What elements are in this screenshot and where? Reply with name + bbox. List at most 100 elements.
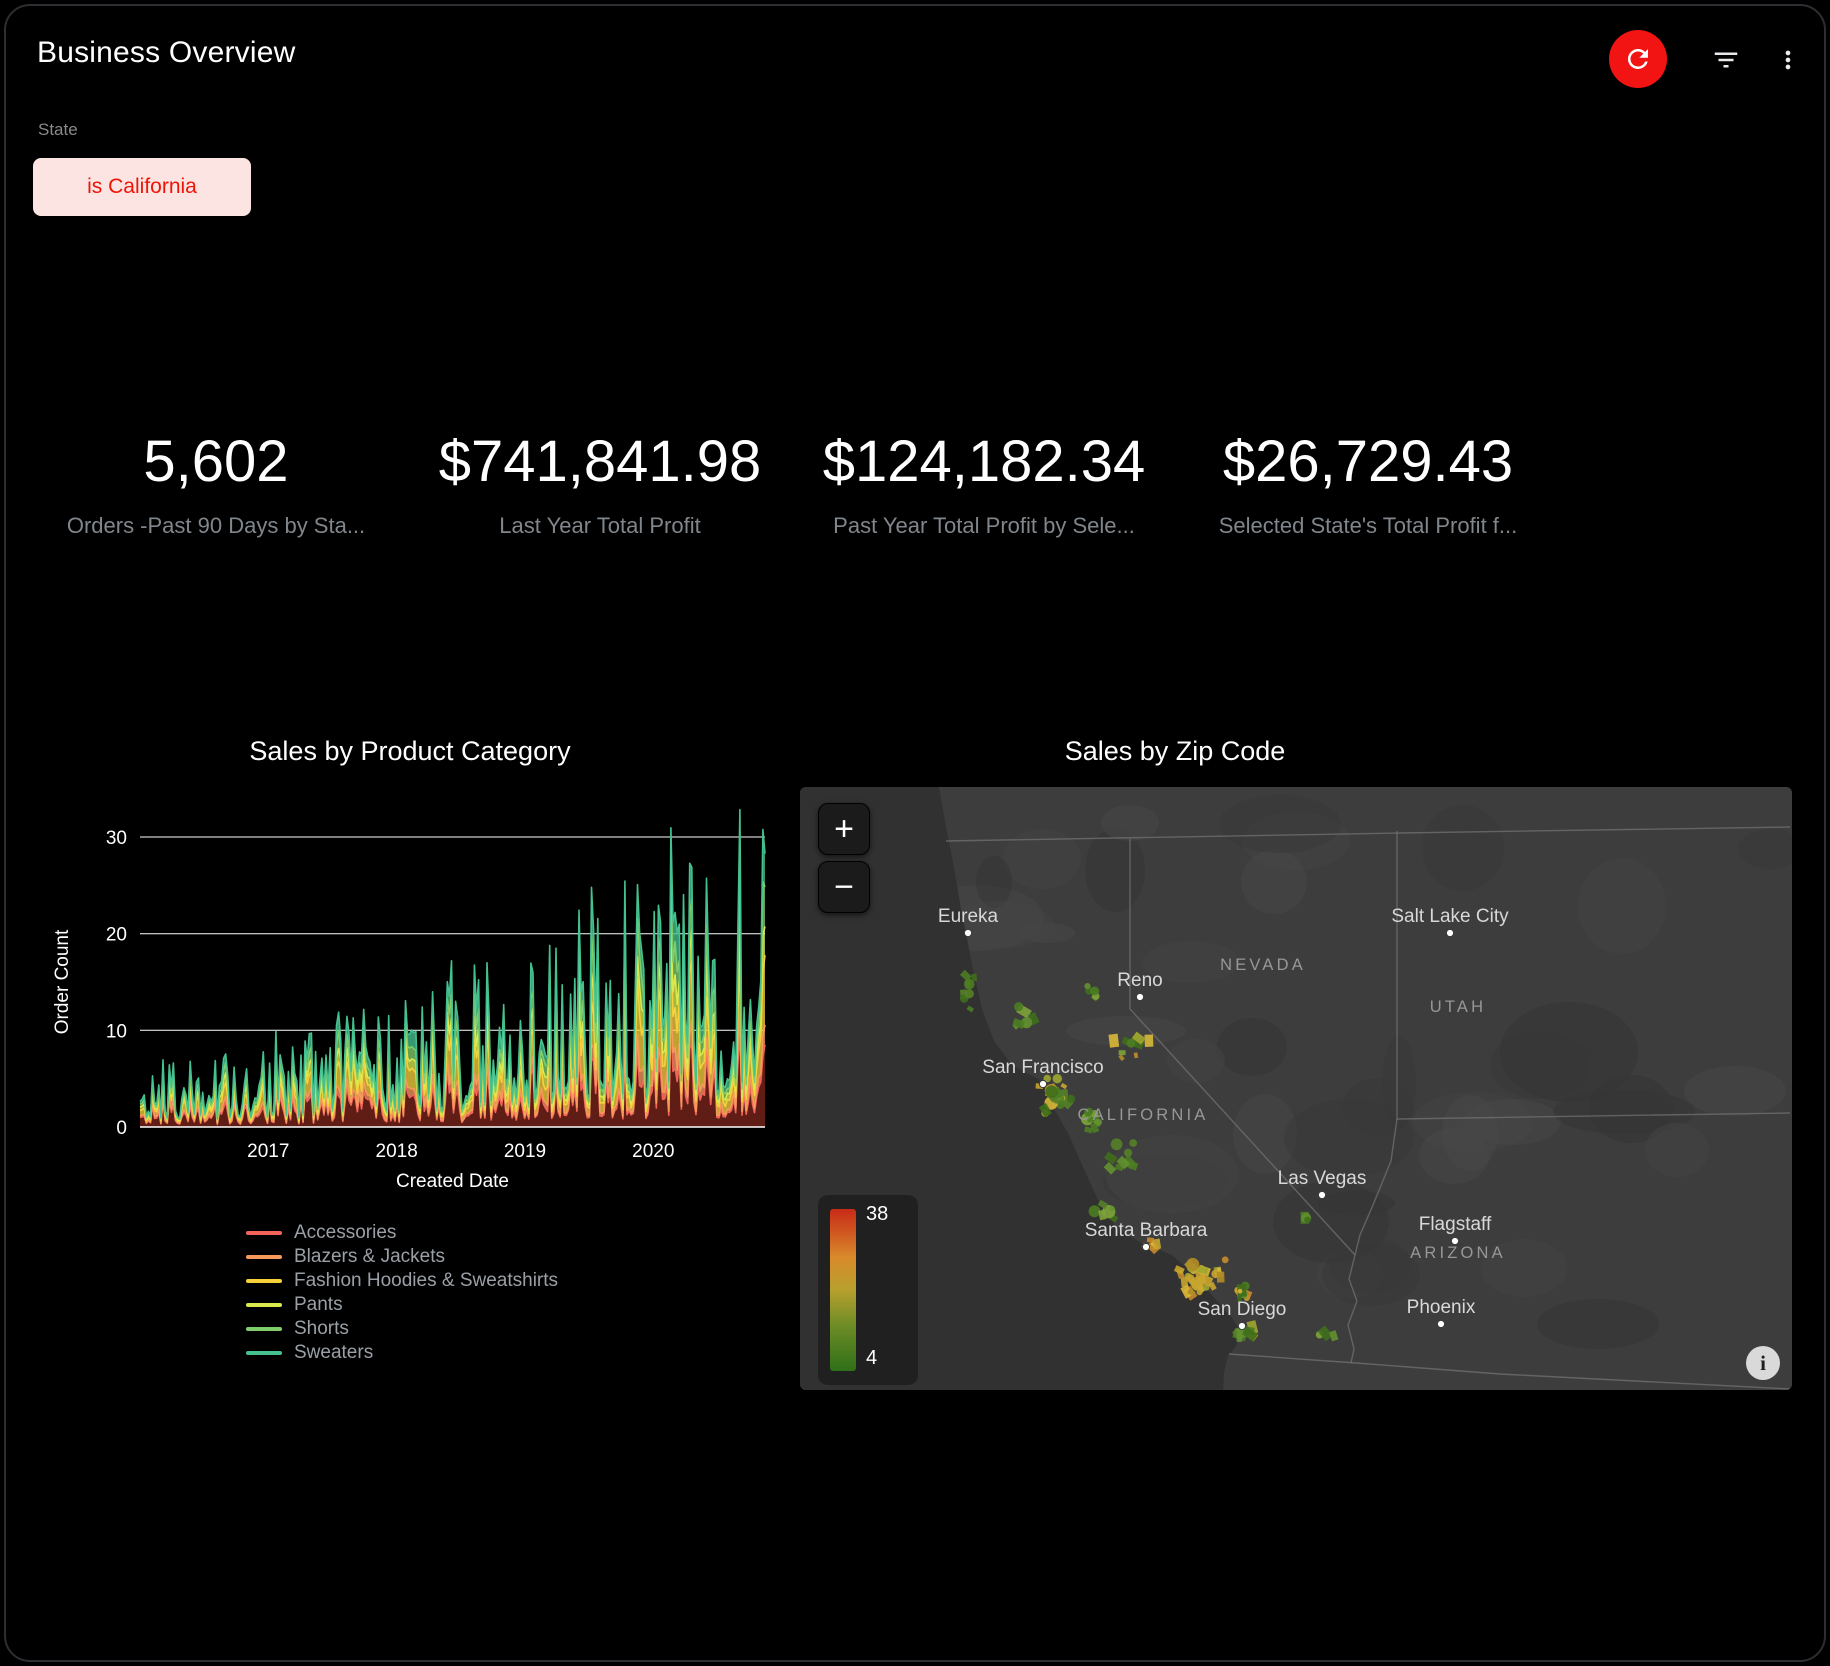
zip-blob [1067,1095,1075,1103]
city-label: Flagstaff [1419,1214,1492,1235]
legend-item[interactable]: Fashion Hoodies & Sweatshirts [246,1272,558,1289]
zip-blob [1186,1258,1199,1271]
city-marker [964,929,971,936]
y-tick-label: 30 [106,828,127,849]
region-label: UTAH [1430,998,1487,1016]
zoom-in-button[interactable]: + [818,803,870,855]
legend-item[interactable]: Shorts [246,1320,558,1337]
legend-item[interactable]: Accessories [246,1224,558,1241]
map-canvas[interactable]: EurekaRenoSalt Lake CitySan FranciscoLas… [800,787,1792,1390]
city-label: Phoenix [1407,1297,1476,1318]
terrain-patch [1422,805,1504,891]
x-tick-label: 2020 [632,1141,674,1162]
scorecard-label: Last Year Total Profit [408,513,792,539]
city-label: San Francisco [982,1057,1103,1078]
terrain-patch [1167,1039,1225,1083]
map-info-button[interactable]: i [1746,1346,1780,1380]
zip-blob [1238,1289,1243,1294]
terrain-patch [1101,805,1159,841]
filter-dimension-label: State [38,120,78,140]
terrain-patch [1241,850,1307,914]
legend-label: Blazers & Jackets [294,1246,445,1268]
refresh-icon [1623,44,1653,74]
terrain-patch [1442,1095,1498,1171]
zip-blob [1054,1098,1060,1104]
zip-blob [1222,1256,1229,1263]
x-tick-label: 2019 [504,1141,546,1162]
scorecard-row: 5,602 Orders -Past 90 Days by Sta... $74… [24,428,1560,539]
legend-label: Shorts [294,1318,349,1340]
scorecard-label: Selected State's Total Profit f... [1176,513,1560,539]
scorecard-state-profit: $26,729.43 Selected State's Total Profit… [1176,428,1560,539]
city-marker [1039,1080,1046,1087]
zoom-out-button[interactable]: − [818,861,870,913]
filter-icon [1711,45,1741,75]
category-chart-title: Sales by Product Category [30,736,790,767]
legend-swatch [246,1327,282,1331]
terrain-patch [976,856,1012,908]
zip-blob [1217,1272,1225,1283]
scorecard-last-year-profit: $741,841.98 Last Year Total Profit [408,428,792,539]
terrain-patch [1217,1018,1287,1076]
zip-chart-title: Sales by Zip Code [795,736,1555,767]
terrain-patch [1500,1002,1638,1102]
zip-blob [1108,1034,1119,1048]
terrain-patch [1645,1123,1709,1177]
zip-blob [1127,1039,1136,1048]
zip-blob [1111,1138,1123,1150]
city-label: Salt Lake City [1391,906,1509,927]
zip-blob [1237,1334,1243,1342]
region-label: CALIFORNIA [1077,1106,1208,1124]
legend-swatch [246,1303,282,1307]
city-marker [1437,1320,1444,1327]
terrain-patch [1105,1135,1239,1213]
city-label: San Diego [1198,1299,1287,1320]
map-color-legend: 38 4 [818,1195,918,1385]
region-label: NEVADA [1220,956,1306,974]
category-area-chart: 01020302017201820192020Order CountCreate… [40,770,780,1210]
y-tick-label: 10 [106,1021,127,1042]
terrain-patch [1219,795,1341,853]
y-tick-label: 20 [106,925,127,946]
y-axis-title: Order Count [52,929,73,1034]
legend-max-value: 38 [866,1203,888,1226]
filter-button[interactable] [1710,44,1742,76]
terrain-patch [1537,1299,1659,1349]
scorecard-past-year-profit: $124,182.34 Past Year Total Profit by Se… [792,428,1176,539]
city-marker [1238,1322,1245,1329]
zip-blob [1144,1034,1153,1046]
terrain-patch [1578,858,1666,954]
zip-blob [1014,1002,1023,1011]
refresh-button[interactable] [1609,30,1667,88]
category-chart-legend: Accessories Blazers & JacketsFashion Hood… [246,1224,558,1361]
zip-blob [1129,1139,1137,1147]
legend-min-value: 4 [866,1347,877,1370]
legend-label: Fashion Hoodies & Sweatshirts [294,1270,558,1292]
zip-map-widget: EurekaRenoSalt Lake CitySan FranciscoLas… [800,787,1792,1390]
page-title: Business Overview [37,36,296,70]
legend-swatch [246,1351,282,1355]
x-axis-title: Created Date [396,1171,509,1192]
scorecard-label: Orders -Past 90 Days by Sta... [24,513,408,539]
state-filter-chip[interactable]: is California [33,158,251,216]
legend-item[interactable]: Sweaters [246,1344,558,1361]
legend-item[interactable]: Pants [246,1296,558,1313]
region-label: ARIZONA [1410,1244,1506,1262]
terrain-patch [1329,1237,1411,1293]
map-zoom-controls: + − [818,803,870,913]
city-marker [1142,1243,1149,1250]
terrain-patch [1684,1066,1786,1116]
city-label: Santa Barbara [1085,1220,1208,1241]
city-marker [1446,929,1453,936]
legend-item[interactable]: Blazers & Jackets [246,1248,558,1265]
more-menu-button[interactable] [1772,44,1804,76]
zip-blob [1197,1289,1203,1295]
scorecard-value: 5,602 [24,428,408,495]
scorecard-label: Past Year Total Profit by Sele... [792,513,1176,539]
zip-blob [965,989,974,998]
y-tick-label: 0 [116,1118,127,1139]
zip-blob [1109,1206,1114,1211]
zip-blob [971,974,977,982]
zip-blob [1046,1085,1058,1097]
city-marker [1136,993,1143,1000]
